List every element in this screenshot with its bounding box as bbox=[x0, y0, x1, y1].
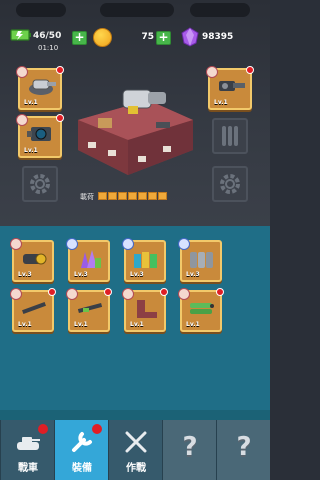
part-type-icon bbox=[178, 238, 190, 250]
gem-value: 98395 bbox=[202, 32, 234, 42]
bullets-icon bbox=[222, 126, 238, 146]
notification-dot bbox=[160, 288, 168, 296]
notification-dot bbox=[92, 424, 102, 434]
tab-tank-label: 戰車 bbox=[18, 463, 38, 474]
part-type-icon bbox=[66, 238, 78, 250]
turret-slot[interactable]: Lv.1 bbox=[16, 66, 64, 110]
energy-bar bbox=[16, 3, 66, 17]
rifle-icon bbox=[22, 302, 46, 314]
wrench-icon bbox=[72, 432, 92, 452]
load-segment bbox=[98, 192, 107, 200]
load-segment bbox=[158, 192, 167, 200]
part-type-icon bbox=[16, 114, 28, 126]
inventory-item-missile-pod[interactable]: Lv.1 bbox=[178, 288, 224, 332]
add-energy-button[interactable]: + bbox=[72, 31, 87, 45]
inventory-footer bbox=[0, 410, 270, 420]
engine-icon bbox=[27, 127, 51, 141]
notification-dot bbox=[246, 66, 254, 74]
part-type-icon bbox=[178, 288, 190, 300]
garage-area: 46/50 01:10 + 75 + 98395 Lv.1 Lv.1 Lv.1 … bbox=[0, 0, 270, 226]
item-level: Lv.1 bbox=[74, 321, 88, 328]
turret-icon bbox=[29, 79, 56, 95]
launcher-icon bbox=[23, 253, 47, 265]
tab-battle[interactable]: 作戰 bbox=[108, 420, 162, 480]
empty-slot-left[interactable] bbox=[22, 166, 58, 202]
gun-icon bbox=[219, 81, 245, 91]
load-segment bbox=[108, 192, 117, 200]
inventory-item-launcher[interactable]: Lv.3 bbox=[10, 238, 54, 282]
coin-icon bbox=[93, 28, 112, 47]
load-bar bbox=[98, 192, 167, 200]
engine-slot[interactable]: Lv.1 bbox=[16, 114, 64, 158]
load-segment bbox=[128, 192, 137, 200]
tab-locked-1[interactable]: ? bbox=[162, 420, 216, 480]
item-level: Lv.3 bbox=[186, 271, 200, 278]
load-label: 載荷 bbox=[80, 193, 94, 201]
energy-value: 46/50 bbox=[33, 31, 62, 41]
pipe-icon bbox=[137, 300, 157, 318]
add-gold-button[interactable]: + bbox=[156, 31, 171, 45]
item-level: Lv.3 bbox=[130, 271, 144, 278]
notification-dot bbox=[216, 288, 224, 296]
empty-slot-right[interactable] bbox=[212, 166, 248, 202]
slot-level: Lv.1 bbox=[24, 99, 38, 106]
item-level: Lv.3 bbox=[74, 271, 88, 278]
load-segment bbox=[118, 192, 127, 200]
tank-icon bbox=[17, 437, 40, 450]
tank-model[interactable] bbox=[68, 80, 198, 180]
gold-value: 75 bbox=[141, 32, 154, 42]
gear-icon bbox=[30, 174, 50, 194]
energy-timer: 01:10 bbox=[38, 44, 59, 52]
tab-equipment[interactable]: 裝備 bbox=[54, 420, 108, 480]
crystal-icon bbox=[81, 250, 101, 268]
item-level: Lv.1 bbox=[186, 321, 200, 328]
inventory-item-cylinder[interactable]: Lv.3 bbox=[178, 238, 222, 282]
part-type-icon bbox=[206, 66, 218, 78]
slot-level: Lv.1 bbox=[214, 99, 228, 106]
slot-level: Lv.1 bbox=[24, 147, 38, 154]
part-type-icon bbox=[10, 238, 22, 250]
battery-pack-icon bbox=[134, 252, 157, 268]
rifle-icon bbox=[77, 302, 103, 314]
tab-battle-label: 作戰 bbox=[126, 463, 146, 474]
gold-bar bbox=[100, 3, 174, 17]
locked-question-icon: ? bbox=[182, 432, 198, 462]
notification-dot bbox=[104, 288, 112, 296]
notification-dot bbox=[56, 114, 64, 122]
load-segment bbox=[148, 192, 157, 200]
ammo-slot[interactable] bbox=[212, 118, 248, 154]
gem-bar bbox=[190, 3, 250, 17]
item-level: Lv.3 bbox=[18, 271, 32, 278]
inventory-item-rifle-a[interactable]: Lv.1 bbox=[10, 288, 56, 332]
tab-locked-2[interactable]: ? bbox=[216, 420, 270, 480]
inventory-item-crystal[interactable]: Lv.3 bbox=[66, 238, 110, 282]
gem-icon bbox=[181, 27, 199, 47]
cylinder-icon bbox=[190, 252, 213, 268]
notification-dot bbox=[56, 66, 64, 74]
item-level: Lv.1 bbox=[18, 321, 32, 328]
part-type-icon bbox=[16, 66, 28, 78]
part-type-icon bbox=[122, 238, 134, 250]
notification-dot bbox=[48, 288, 56, 296]
inventory-panel: Lv.3 Lv.3 Lv.3 Lv.3 Lv.1 Lv.1 Lv.1 Lv.1 bbox=[0, 226, 270, 410]
bottom-nav: 戰車 裝備 作戰 ? ? bbox=[0, 420, 270, 480]
missile-pod-icon bbox=[190, 303, 214, 314]
part-type-icon bbox=[10, 288, 22, 300]
item-level: Lv.1 bbox=[130, 321, 144, 328]
tab-tank[interactable]: 戰車 bbox=[0, 420, 54, 480]
load-segment bbox=[138, 192, 147, 200]
locked-question-icon: ? bbox=[236, 432, 252, 462]
part-type-icon bbox=[122, 288, 134, 300]
gear-icon bbox=[220, 174, 240, 194]
inventory-item-rifle-b[interactable]: Lv.1 bbox=[66, 288, 112, 332]
notification-dot bbox=[38, 424, 48, 434]
battery-icon bbox=[10, 29, 31, 41]
wheels-slot[interactable]: Lv.1 bbox=[206, 66, 254, 110]
crossed-swords-icon bbox=[125, 431, 147, 453]
inventory-item-pipe[interactable]: Lv.1 bbox=[122, 288, 168, 332]
part-type-icon bbox=[66, 288, 78, 300]
tab-equipment-label: 裝備 bbox=[72, 463, 92, 474]
inventory-item-battery[interactable]: Lv.3 bbox=[122, 238, 166, 282]
